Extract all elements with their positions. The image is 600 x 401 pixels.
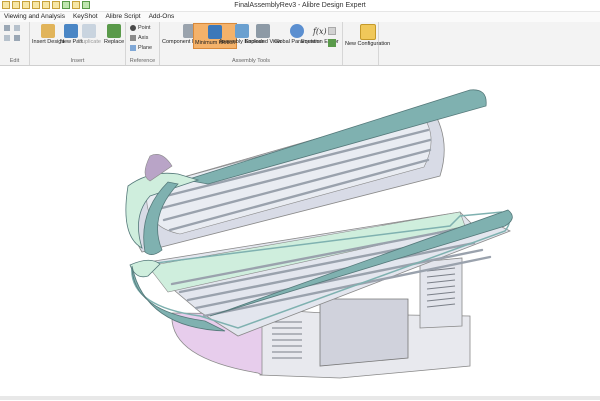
delete-icon[interactable] <box>14 35 20 41</box>
group-label-insert: Insert <box>70 58 85 64</box>
menu-keyshot[interactable]: KeyShot <box>69 12 102 22</box>
axis-icon <box>130 35 136 41</box>
group-label-edit: Edit <box>9 58 20 64</box>
plane-icon <box>130 45 136 51</box>
group-configuration: New Configuration <box>343 22 390 65</box>
copy-icon[interactable] <box>14 25 20 31</box>
duplicate-button[interactable]: Duplicate <box>78 24 101 46</box>
window-title: FinalAssemblyRev3 - Alibre Design Expert <box>234 2 366 9</box>
small-tool-icon[interactable] <box>328 27 336 35</box>
title-bar: FinalAssemblyRev3 - Alibre Design Expert <box>0 0 600 12</box>
menu-bar: Viewing and Analysis KeyShot Alibre Scri… <box>0 12 600 22</box>
small-tool-icon[interactable] <box>328 39 336 47</box>
point-button[interactable]: Point <box>130 25 151 31</box>
new-part-icon <box>64 24 79 38</box>
group-assembly-tools: Component Placement Minimum Motion Assem… <box>160 22 343 65</box>
duplicate-icon <box>82 24 97 38</box>
tanning-bed-model <box>125 89 513 379</box>
insert-design-icon <box>41 24 56 38</box>
group-reference: Point Axis Plane Reference <box>126 22 160 65</box>
group-label-reference: Reference <box>129 58 156 64</box>
paste-icon[interactable] <box>4 35 10 41</box>
menu-alibre-script[interactable]: Alibre Script <box>102 12 145 22</box>
replace-button[interactable]: Replace <box>104 24 124 46</box>
group-edit: Edit <box>0 22 30 65</box>
status-bar <box>0 396 600 400</box>
plane-button[interactable]: Plane <box>130 45 152 51</box>
new-configuration-button[interactable]: New Configuration <box>345 24 390 48</box>
axis-button[interactable]: Axis <box>130 35 148 41</box>
point-icon <box>130 25 136 31</box>
group-label-assembly-tools: Assembly Tools <box>231 58 271 64</box>
menu-viewing-analysis[interactable]: Viewing and Analysis <box>0 12 69 22</box>
group-insert: Insert Design New Part Duplicate Replace… <box>30 22 126 65</box>
cut-icon[interactable] <box>4 25 10 31</box>
equation-icon: f(x) <box>312 26 327 36</box>
replace-icon <box>107 24 122 38</box>
exploded-view-icon <box>256 24 271 38</box>
menu-add-ons[interactable]: Add-Ons <box>145 12 179 22</box>
model-viewport[interactable] <box>0 66 600 396</box>
ribbon: Edit Insert Design New Part Duplicate Re… <box>0 22 600 66</box>
new-configuration-icon <box>359 24 376 40</box>
